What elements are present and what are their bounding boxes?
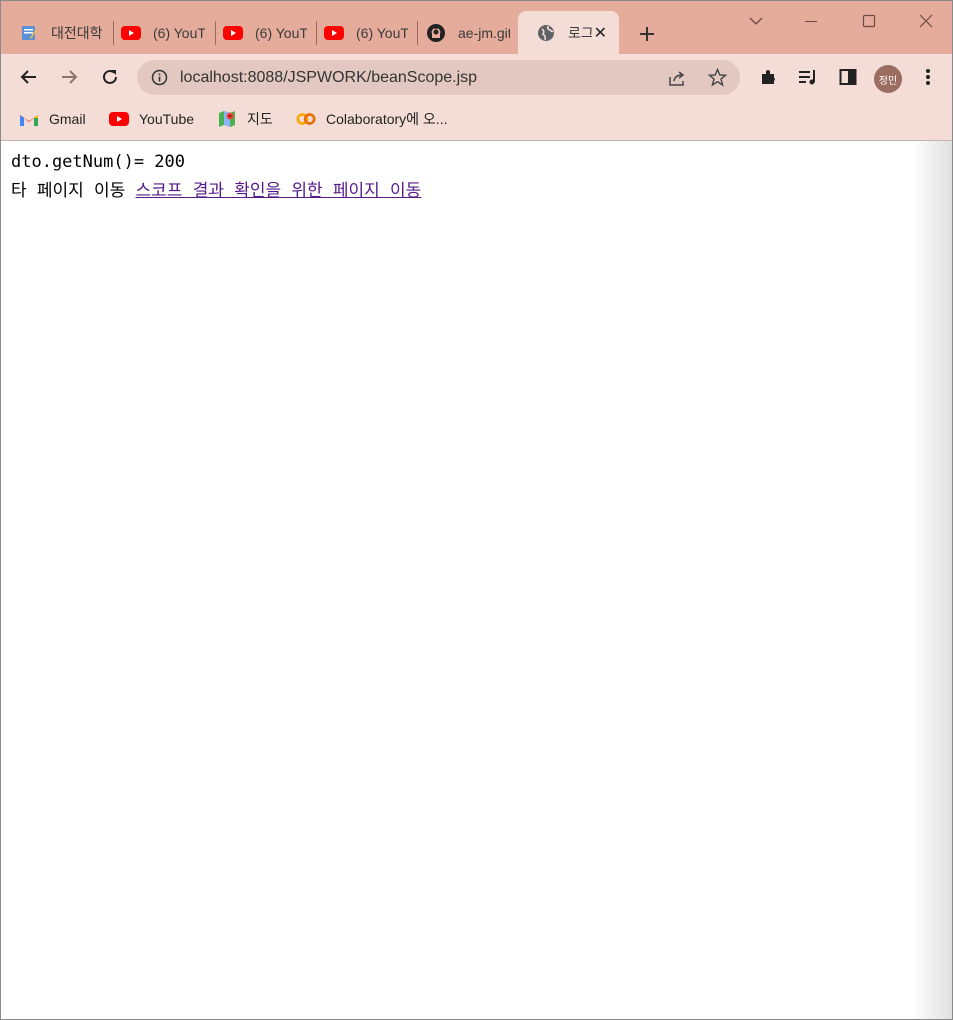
- tab-3[interactable]: (6) YouTube: [205, 11, 317, 54]
- reload-button[interactable]: [97, 64, 123, 90]
- minimize-icon: [805, 21, 817, 22]
- browser-window: 대전대학 (6) YouTube (6) YouTube (6) YouTube: [0, 0, 953, 1020]
- plus-icon: [640, 27, 654, 41]
- bookmarks-bar: Gmail YouTube 지도 Colaboratory에 오...: [1, 100, 952, 141]
- playlist-icon: [799, 70, 815, 85]
- bookmark-label: Gmail: [49, 111, 86, 127]
- tab-1[interactable]: 대전대학: [1, 11, 113, 54]
- github-icon: [426, 23, 446, 43]
- close-tab-icon[interactable]: ✕: [594, 23, 607, 43]
- extensions-button[interactable]: [756, 64, 782, 90]
- tab-title: 대전대학: [51, 24, 103, 41]
- share-icon[interactable]: [668, 69, 686, 92]
- globe-icon: [536, 23, 556, 43]
- navigation-label: 타 페이지 이동: [11, 181, 136, 201]
- bookmark-gmail[interactable]: Gmail: [19, 108, 86, 130]
- forward-arrow-icon: [62, 70, 78, 84]
- page-content: dto.getNum()= 200 타 페이지 이동 스코프 결과 확인을 위한…: [1, 141, 952, 1019]
- close-icon: [919, 14, 933, 28]
- youtube-icon: [324, 23, 344, 43]
- youtube-icon: [121, 23, 141, 43]
- maps-icon: [217, 111, 237, 127]
- tab-search-button[interactable]: [740, 9, 772, 33]
- maximize-icon: [862, 14, 876, 28]
- bookmark-colab[interactable]: Colaboratory에 오...: [296, 108, 447, 130]
- tab-title: ae-jm.github: [458, 24, 510, 41]
- tab-title: (6) YouTube: [255, 24, 307, 41]
- bookmark-maps[interactable]: 지도: [217, 108, 273, 130]
- tab-5[interactable]: ae-jm.github: [408, 11, 518, 54]
- memo-icon: [19, 23, 39, 43]
- youtube-icon: [223, 23, 243, 43]
- menu-button[interactable]: [915, 64, 941, 90]
- forward-button[interactable]: [56, 64, 82, 90]
- maximize-button[interactable]: [853, 9, 885, 33]
- tab-2[interactable]: (6) YouTube: [103, 11, 215, 54]
- chevron-down-icon: [749, 17, 763, 25]
- puzzle-icon: [762, 70, 775, 84]
- scroll-shadow: [912, 141, 952, 1019]
- tab-title: 로그: [568, 24, 592, 41]
- media-control-button[interactable]: [795, 64, 821, 90]
- bookmark-label: 지도: [247, 111, 273, 127]
- tab-4[interactable]: (6) YouTube: [306, 11, 418, 54]
- more-vert-icon: [926, 69, 930, 85]
- colab-icon: [296, 111, 316, 127]
- scope-result-link[interactable]: 스코프 결과 확인을 위한 페이지 이동: [136, 181, 422, 201]
- toolbar: localhost:8088/JSPWORK/beanScope.jsp 정민: [1, 54, 952, 100]
- youtube-icon: [109, 111, 129, 127]
- new-tab-button[interactable]: [634, 21, 660, 47]
- star-icon[interactable]: [707, 67, 728, 92]
- tab-title: (6) YouTube: [356, 24, 408, 41]
- back-arrow-icon: [20, 70, 36, 84]
- bookmark-youtube[interactable]: YouTube: [109, 108, 194, 130]
- close-window-button[interactable]: [910, 9, 942, 33]
- url-text[interactable]: localhost:8088/JSPWORK/beanScope.jsp: [180, 69, 477, 87]
- info-icon[interactable]: [151, 69, 168, 91]
- bookmark-label: Colaboratory에 오...: [326, 111, 448, 127]
- num-output: dto.getNum()= 200: [11, 152, 185, 172]
- tab-strip: 대전대학 (6) YouTube (6) YouTube (6) YouTube: [1, 1, 952, 54]
- profile-avatar[interactable]: 정민: [874, 65, 902, 93]
- tab-title: (6) YouTube: [153, 24, 205, 41]
- navigation-line: 타 페이지 이동 스코프 결과 확인을 위한 페이지 이동: [11, 176, 421, 201]
- minimize-button[interactable]: [795, 9, 827, 33]
- address-bar[interactable]: localhost:8088/JSPWORK/beanScope.jsp: [137, 60, 740, 95]
- gmail-icon: [19, 111, 39, 127]
- bookmark-label: YouTube: [139, 111, 195, 127]
- back-button[interactable]: [16, 64, 42, 90]
- tab-active[interactable]: 로그 ✕: [518, 11, 619, 54]
- reload-icon: [103, 69, 117, 84]
- side-panel-icon: [839, 69, 857, 85]
- side-panel-button[interactable]: [835, 64, 861, 90]
